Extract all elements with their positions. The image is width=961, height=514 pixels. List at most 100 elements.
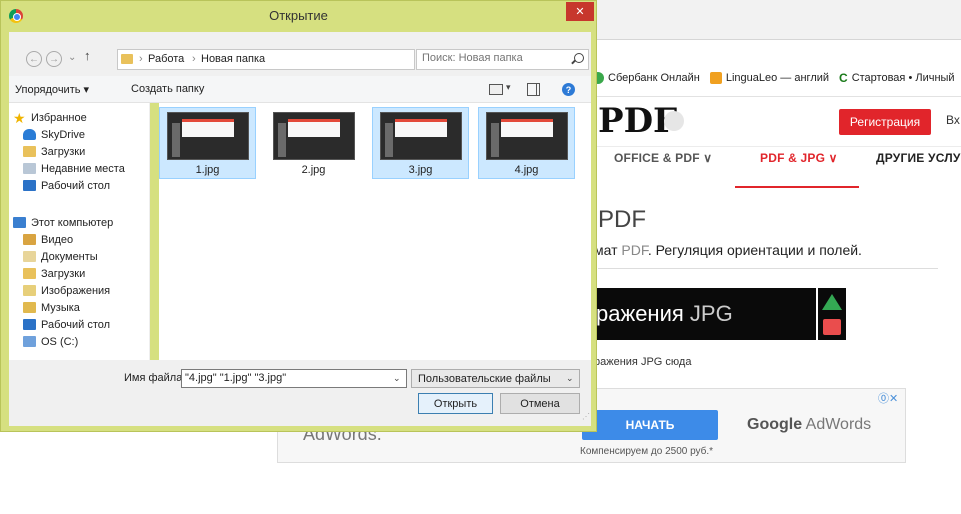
file-name: 4.jpg — [514, 164, 539, 176]
tree-item-desktop-pc[interactable]: Рабочий стол — [23, 316, 110, 333]
ad-compensation: Компенсируем до 2500 руб.* — [580, 446, 714, 457]
ad-start-button[interactable]: НАЧАТЬ — [582, 410, 718, 440]
page-subtitle: мат PDF. Регуляция ориентации и полей. — [594, 242, 862, 258]
music-icon — [23, 302, 36, 313]
dialog-footer: Имя файла: ⌄ Пользовательские файлы ⌄ От… — [9, 360, 591, 426]
file-name: 2.jpg — [301, 164, 326, 176]
tree-item-downloads-pc[interactable]: Загрузки — [23, 265, 85, 282]
tree-item-favorites[interactable]: ★ Избранное — [13, 109, 87, 126]
image-thumbnail — [486, 112, 568, 160]
page-title: PDF — [598, 206, 646, 233]
dropbox-icon[interactable] — [823, 319, 841, 335]
video-icon — [23, 234, 36, 245]
tree-item-os-c[interactable]: OS (C:) — [23, 333, 78, 350]
register-button[interactable]: Регистрация — [839, 109, 931, 135]
command-bar: Упорядочить ▾ Создать папку ▾ ? — [9, 76, 591, 103]
bookmark-lingualeo[interactable]: LinguaLeo — англий — [709, 72, 829, 84]
divider — [592, 146, 961, 147]
help-icon[interactable]: ? — [562, 83, 575, 96]
cancel-button[interactable]: Отмена — [500, 393, 580, 414]
view-icon[interactable] — [489, 84, 503, 95]
divider — [598, 268, 938, 269]
divider — [592, 96, 961, 97]
chevron-down-icon: ⌄ — [566, 373, 574, 383]
preview-pane-icon[interactable] — [527, 83, 540, 96]
file-name: 3.jpg — [408, 164, 433, 176]
ad-choices-icon[interactable]: ⓪✕ — [878, 390, 898, 406]
close-button[interactable]: ✕ — [566, 2, 594, 21]
filename-field[interactable]: ⌄ — [181, 369, 407, 388]
tree-item-documents[interactable]: Документы — [23, 248, 98, 265]
documents-icon — [23, 251, 36, 262]
back-button[interactable]: ← — [26, 51, 42, 67]
tree-item-downloads[interactable]: Загрузки — [23, 143, 85, 160]
nav-active-indicator — [735, 186, 859, 188]
drop-hint: ражения JPG сюда — [594, 356, 692, 368]
cloud-upload-buttons — [818, 288, 846, 340]
file-list: 1.jpg 2.jpg 3.jpg 4.jpg — [159, 103, 591, 360]
chevron-down-icon[interactable]: ▾ — [506, 82, 511, 93]
computer-icon — [13, 217, 26, 228]
ad-google-logo: Google AdWords — [747, 416, 872, 433]
downloads-icon — [23, 268, 36, 279]
organize-button[interactable]: Упорядочить ▾ — [15, 83, 89, 96]
new-folder-button[interactable]: Создать папку — [131, 83, 204, 95]
search-box[interactable] — [416, 49, 589, 70]
crumb-separator-icon: › — [192, 53, 196, 65]
image-thumbnail — [380, 112, 462, 160]
recent-dropdown-icon[interactable]: ⌄ — [68, 52, 76, 63]
star-icon: ★ — [13, 109, 26, 126]
start-page-icon: C — [839, 71, 848, 85]
dialog-title: Открытие — [269, 8, 328, 23]
desktop-icon — [23, 180, 36, 191]
recent-places-icon — [23, 163, 36, 174]
address-row: ← → ⌄ ↑ › Работа › Новая папка ⌄ ↻ — [9, 32, 591, 76]
downloads-icon — [23, 146, 36, 157]
bookmarks-bar: Сбербанк Онлайн LinguaLeo — англий C Стар… — [592, 68, 955, 88]
search-icon[interactable] — [574, 53, 584, 63]
breadcrumb-work[interactable]: Работа — [148, 53, 184, 65]
filetype-select[interactable]: Пользовательские файлы ⌄ — [411, 369, 580, 388]
filename-label: Имя файла: — [124, 372, 186, 384]
cloud-icon — [23, 129, 36, 140]
bookmark-sberbank[interactable]: Сбербанк Онлайн — [592, 72, 700, 84]
breadcrumb-new-folder[interactable]: Новая папка — [201, 53, 265, 65]
forward-button[interactable]: → — [46, 51, 62, 67]
desktop-icon — [23, 319, 36, 330]
address-bar[interactable]: › Работа › Новая папка ⌄ ↻ — [117, 49, 502, 70]
filename-input[interactable] — [185, 372, 383, 384]
dialog-title-bar[interactable]: Открытие ✕ — [1, 1, 596, 31]
file-item[interactable]: 2.jpg — [265, 107, 362, 179]
nav-other-services[interactable]: ДРУГИЕ УСЛУ — [876, 151, 961, 165]
file-item[interactable]: 3.jpg — [372, 107, 469, 179]
tree-item-desktop[interactable]: Рабочий стол — [23, 177, 110, 194]
tree-item-music[interactable]: Музыка — [23, 299, 80, 316]
search-input[interactable] — [422, 52, 562, 64]
folder-icon — [121, 54, 133, 64]
file-item[interactable]: 4.jpg — [478, 107, 575, 179]
crumb-separator-icon: › — [139, 53, 143, 65]
logo-badge-icon — [664, 111, 684, 131]
drive-icon — [23, 336, 36, 347]
resize-grip-icon[interactable]: ⋰ — [582, 412, 590, 421]
google-drive-icon[interactable] — [822, 294, 842, 310]
up-arrow-icon[interactable]: ↑ — [84, 48, 91, 63]
file-name: 1.jpg — [195, 164, 220, 176]
tree-item-images[interactable]: Изображения — [23, 282, 110, 299]
file-item[interactable]: 1.jpg — [159, 107, 256, 179]
login-link[interactable]: Вх — [946, 113, 960, 127]
tree-item-recent-places[interactable]: Недавние места — [23, 160, 125, 177]
lingualeo-icon — [709, 72, 722, 84]
images-icon — [23, 285, 36, 296]
chevron-down-icon[interactable]: ⌄ — [393, 373, 401, 384]
nav-office-pdf[interactable]: OFFICE & PDF ∨ — [614, 151, 712, 165]
tree-item-video[interactable]: Видео — [23, 231, 73, 248]
nav-pdf-jpg[interactable]: PDF & JPG ∨ — [760, 151, 838, 165]
tree-item-skydrive[interactable]: SkyDrive — [23, 126, 85, 143]
open-file-dialog: Открытие ✕ ← → ⌄ ↑ › Работа › Новая папк… — [0, 0, 597, 432]
image-thumbnail — [167, 112, 249, 160]
bookmark-start[interactable]: C Стартовая • Личный — [839, 71, 955, 85]
tree-item-this-pc[interactable]: Этот компьютер — [13, 214, 113, 231]
upload-banner[interactable]: ражения JPG — [592, 288, 816, 340]
open-button[interactable]: Открыть — [418, 393, 493, 414]
